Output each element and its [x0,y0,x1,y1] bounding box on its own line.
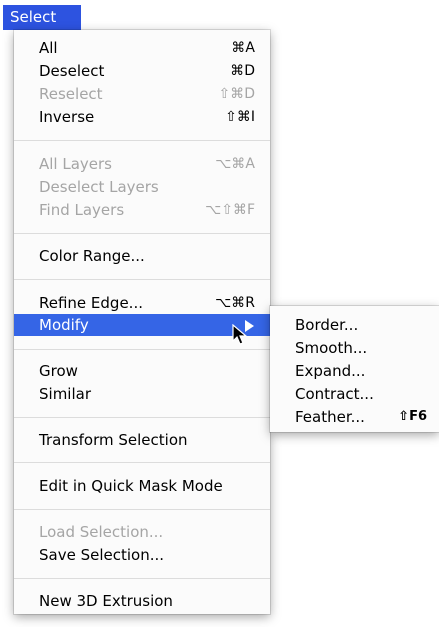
submenu-item-feather[interactable]: Feather... ⇧F6 [270,406,439,428]
submenu-item-label: Smooth... [295,339,368,357]
submenu-item-shortcut: ⇧F6 [398,409,427,424]
menu-separator [14,462,270,463]
menu-item-label: Modify [39,316,89,334]
submenu-item-border[interactable]: Border... [270,314,439,336]
menu-item-shortcut: ⌥⇧⌘F [205,202,255,218]
menu-item-reselect: Reselect ⇧⌘D [14,83,270,105]
menu-item-transform-selection[interactable]: Transform Selection [14,429,270,451]
submenu-item-smooth[interactable]: Smooth... [270,337,439,359]
menu-item-shortcut: ⌘D [230,63,255,79]
menu-item-inverse[interactable]: Inverse ⇧⌘I [14,106,270,128]
menu-item-label: Load Selection... [39,523,164,541]
menu-item-shortcut: ⌥⌘R [215,295,255,311]
select-menu: All ⌘A Deselect ⌘D Reselect ⇧⌘D Inverse … [14,30,270,614]
menu-item-edit-in-quick-mask-mode[interactable]: Edit in Quick Mask Mode [14,475,270,497]
menu-item-shortcut: ⌘A [231,40,255,56]
menu-item-new-3d-extrusion[interactable]: New 3D Extrusion [14,590,270,612]
submenu-item-expand[interactable]: Expand... [270,360,439,382]
menu-item-shortcut: ⇧⌘I [225,109,255,125]
menu-item-label: Find Layers [39,201,125,219]
menu-item-refine-edge[interactable]: Refine Edge... ⌥⌘R [14,292,270,314]
menu-item-label: Transform Selection [39,431,188,449]
menu-item-all-layers: All Layers ⌥⌘A [14,153,270,175]
menu-item-label: Inverse [39,108,95,126]
menu-item-deselect-layers: Deselect Layers [14,176,270,198]
menu-item-label: Refine Edge... [39,294,143,312]
menu-item-label: Save Selection... [39,546,165,564]
menu-separator [14,509,270,510]
menu-item-label: Grow [39,362,78,380]
menu-item-color-range[interactable]: Color Range... [14,245,270,267]
submenu-item-label: Feather... [295,408,365,426]
menu-item-label: Similar [39,385,91,403]
modify-submenu: Border... Smooth... Expand... Contract..… [270,306,439,432]
menu-item-label: All Layers [39,155,113,173]
menu-item-label: Edit in Quick Mask Mode [39,477,223,495]
submenu-item-contract[interactable]: Contract... [270,383,439,405]
menu-separator [14,578,270,579]
menu-item-shortcut: ⌥⌘A [215,156,255,172]
menu-item-all[interactable]: All ⌘A [14,37,270,59]
submenu-item-label: Border... [295,316,359,334]
menu-item-similar[interactable]: Similar [14,383,270,405]
menu-item-label: All [39,39,58,57]
submenu-item-label: Expand... [295,362,366,380]
mouse-pointer-icon [232,324,248,345]
menu-separator [14,417,270,418]
menu-title-select[interactable]: Select [3,5,81,30]
menu-item-find-layers: Find Layers ⌥⇧⌘F [14,199,270,221]
menu-item-label: Color Range... [39,247,145,265]
menu-separator [14,140,270,141]
menu-item-label: Deselect [39,62,105,80]
menu-separator [14,279,270,280]
menu-item-label: New 3D Extrusion [39,592,173,610]
menu-item-label: Deselect Layers [39,178,159,196]
menu-item-deselect[interactable]: Deselect ⌘D [14,60,270,82]
menu-item-shortcut: ⇧⌘D [218,86,255,102]
menu-item-label: Reselect [39,85,103,103]
menu-separator [14,233,270,234]
submenu-item-label: Contract... [295,385,374,403]
menu-item-save-selection[interactable]: Save Selection... [14,544,270,566]
menu-item-load-selection: Load Selection... [14,521,270,543]
menu-item-grow[interactable]: Grow [14,360,270,382]
menu-separator [14,349,270,350]
